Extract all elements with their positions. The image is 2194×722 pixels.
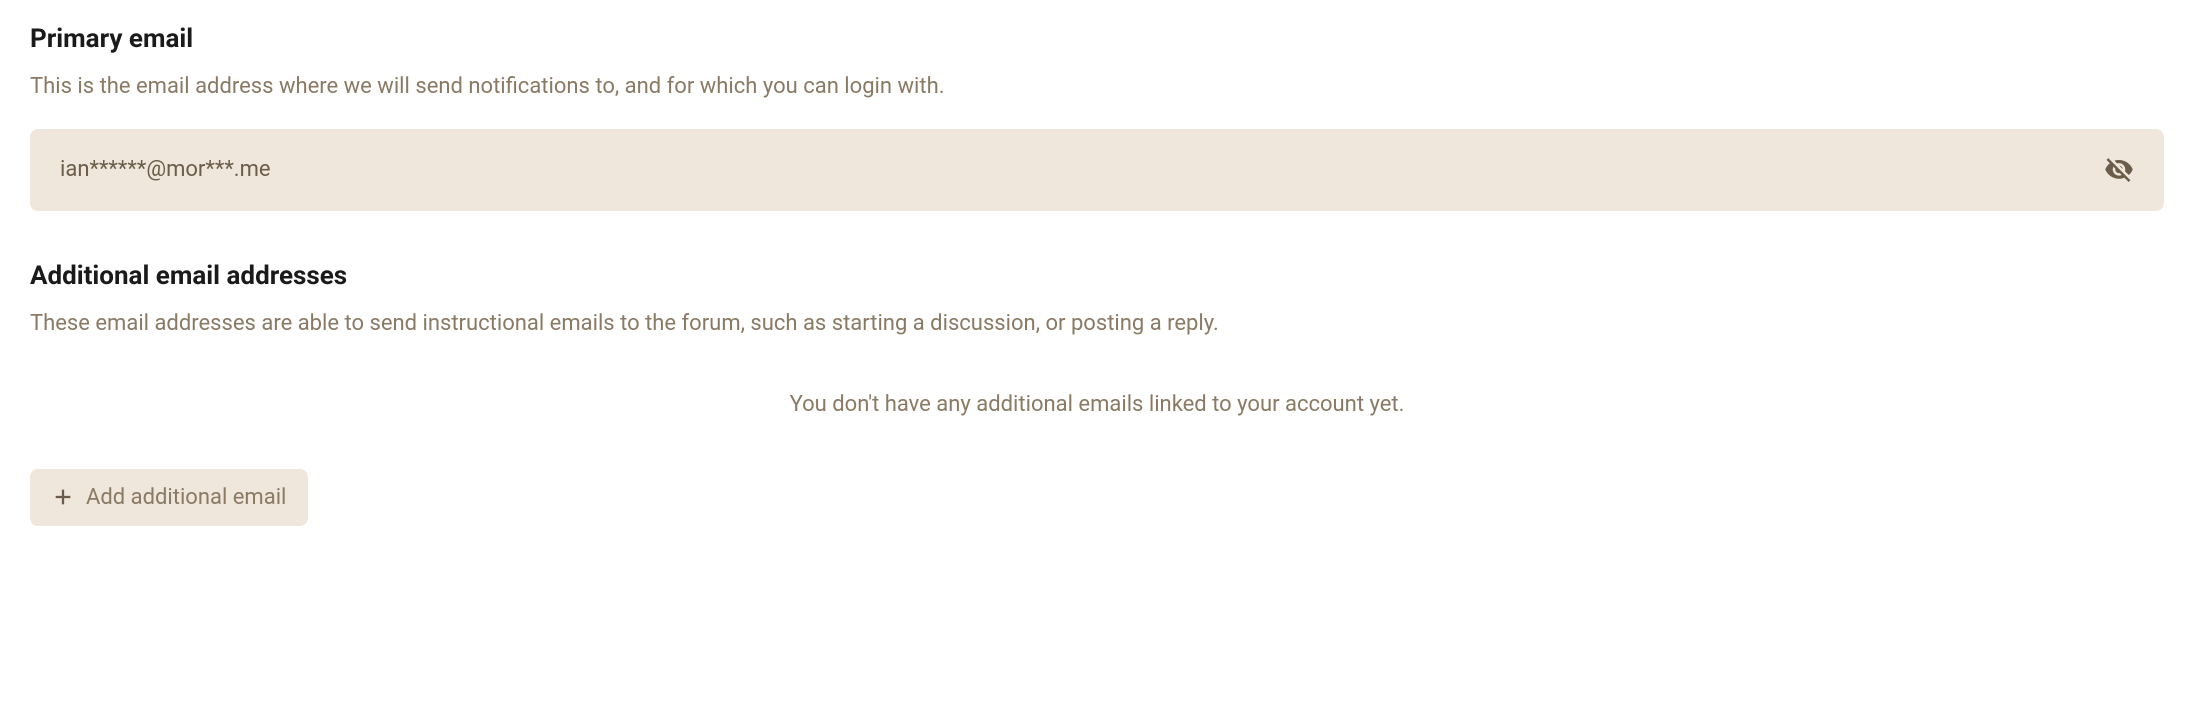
- additional-emails-heading: Additional email addresses: [30, 261, 2164, 291]
- eye-off-icon[interactable]: [2104, 155, 2134, 185]
- primary-email-section: Primary email This is the email address …: [30, 24, 2164, 211]
- primary-email-description: This is the email address where we will …: [30, 72, 2164, 103]
- primary-email-heading: Primary email: [30, 24, 2164, 54]
- plus-icon: [52, 486, 74, 508]
- primary-email-value: ian******@mor***.me: [60, 157, 271, 182]
- primary-email-box: ian******@mor***.me: [30, 129, 2164, 211]
- add-button-label: Add additional email: [86, 485, 286, 510]
- add-additional-email-button[interactable]: Add additional email: [30, 469, 308, 526]
- additional-emails-section: Additional email addresses These email a…: [30, 261, 2164, 526]
- additional-emails-empty-message: You don't have any additional emails lin…: [30, 392, 2164, 417]
- additional-emails-description: These email addresses are able to send i…: [30, 309, 2164, 340]
